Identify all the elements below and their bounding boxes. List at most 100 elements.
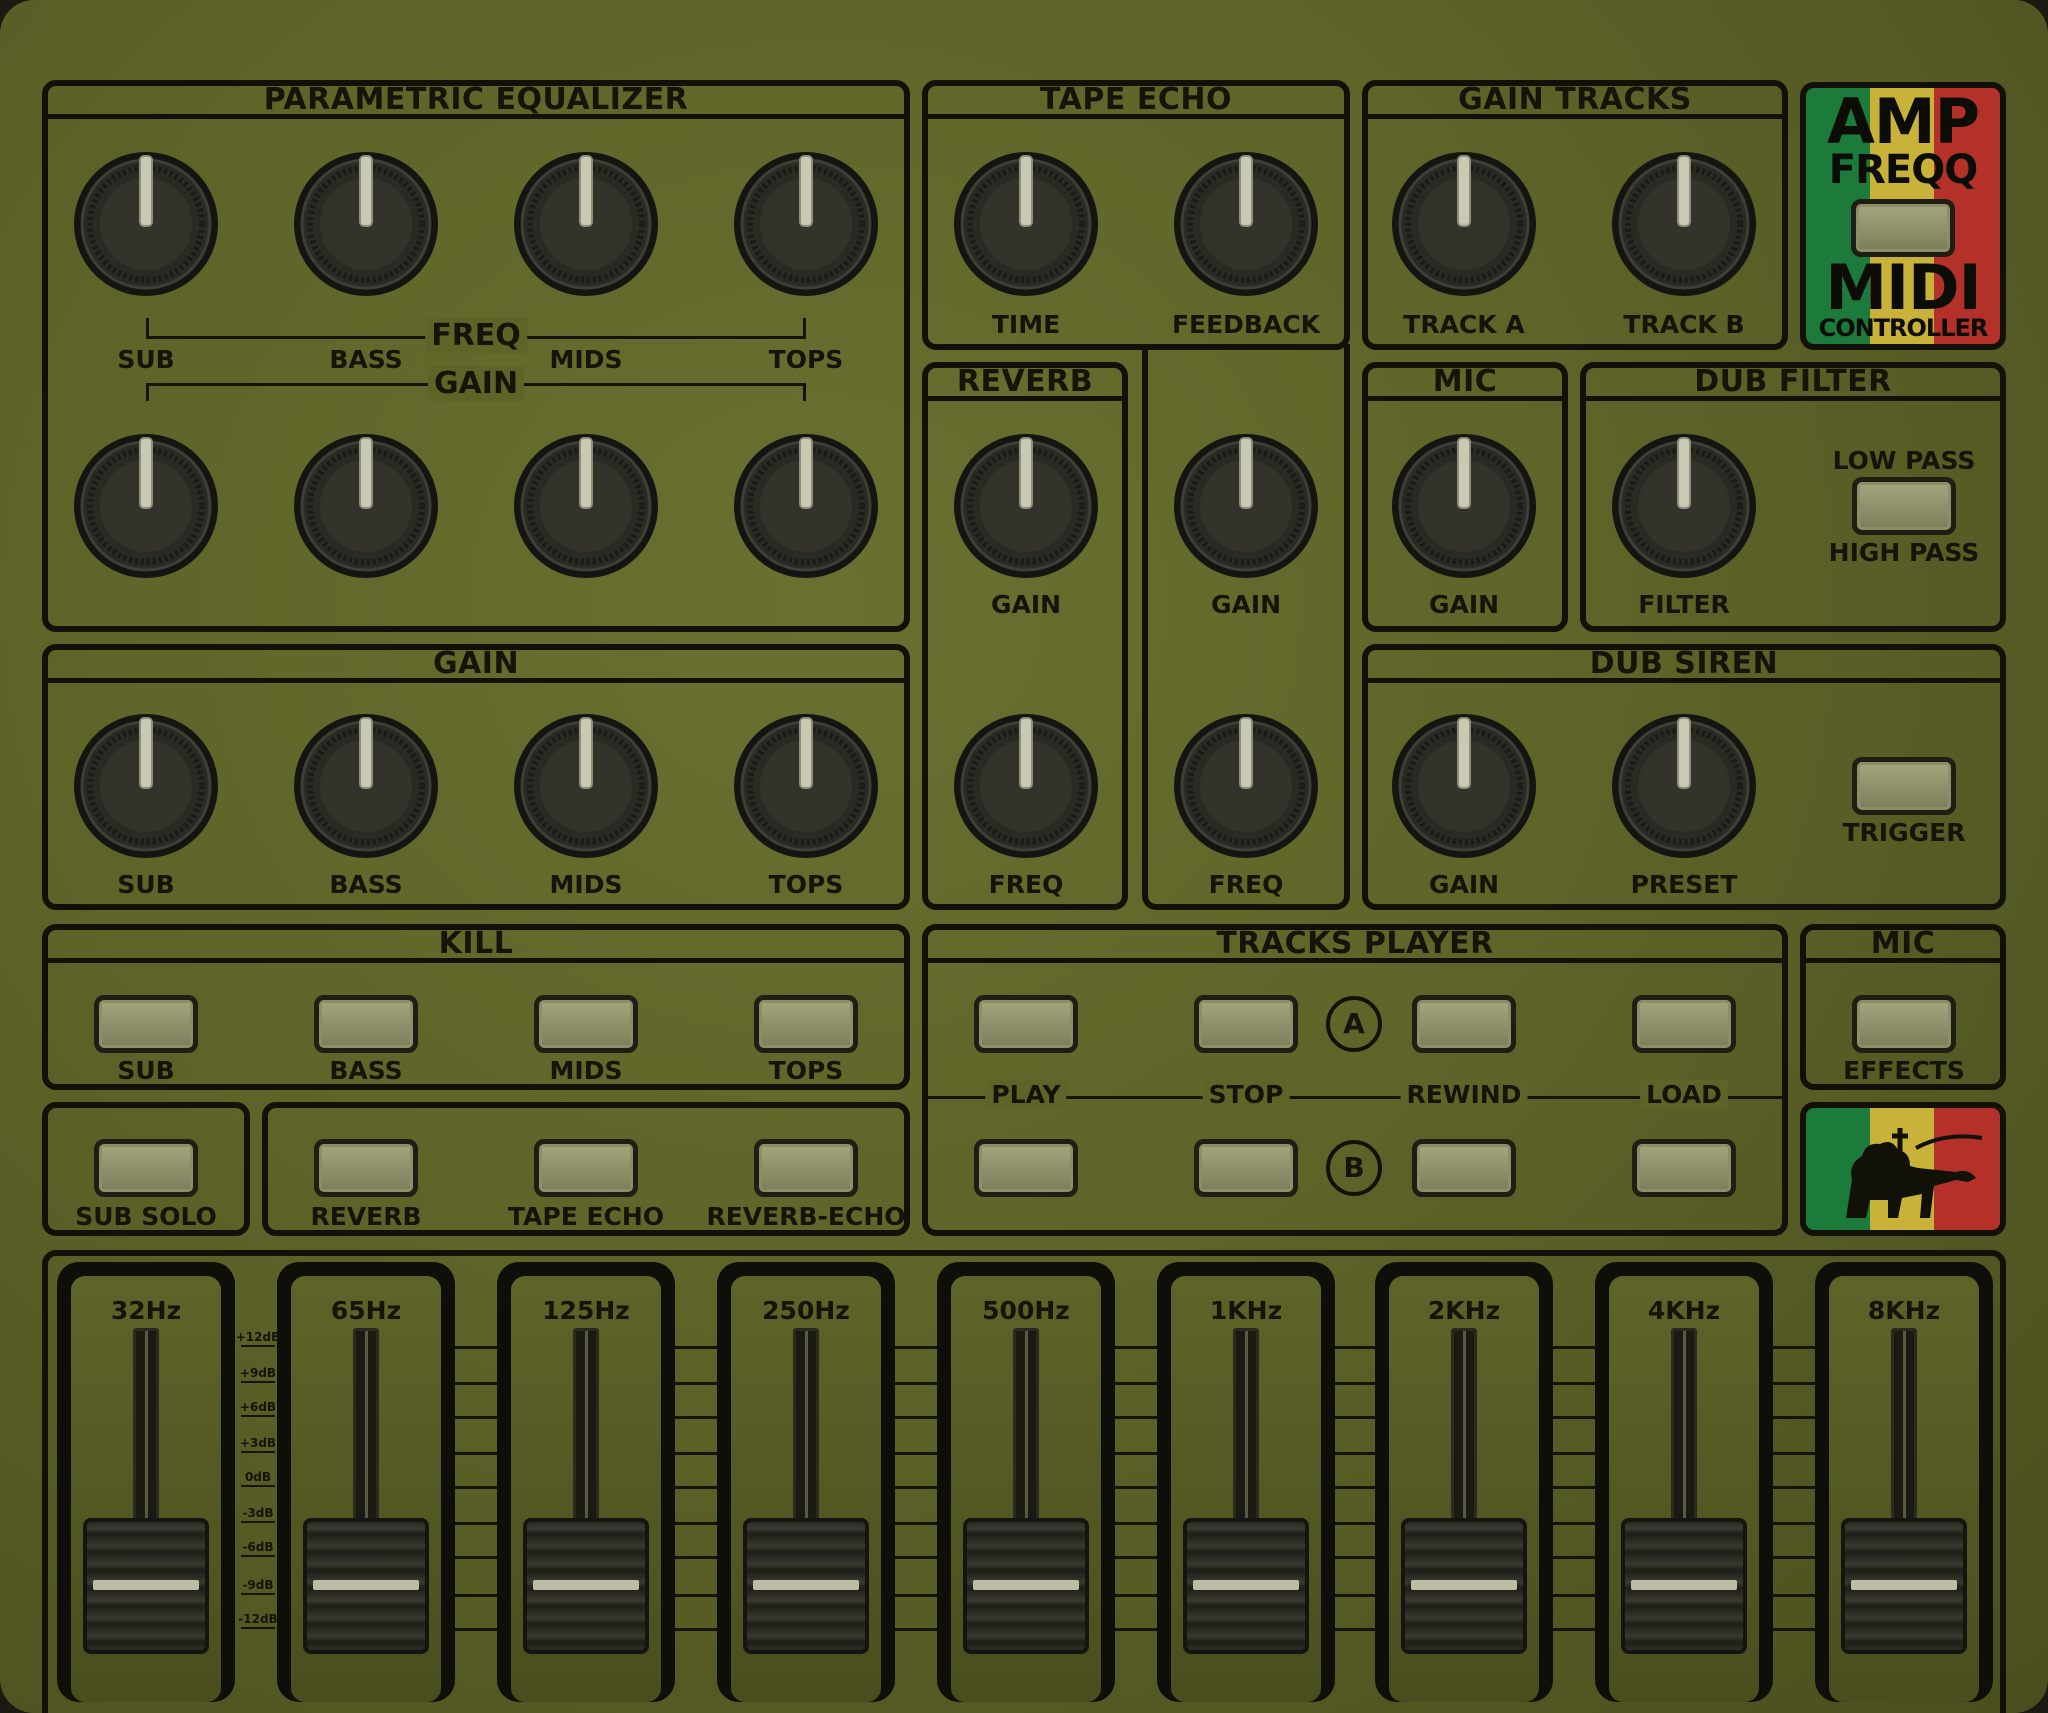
sub-solo-button[interactable] bbox=[94, 1139, 198, 1197]
eq-gain-sub-knob[interactable] bbox=[72, 432, 220, 580]
tape-echo-gain-knob[interactable] bbox=[1172, 432, 1320, 580]
scale-connector bbox=[1335, 1556, 1375, 1559]
mic-gain-knob[interactable] bbox=[1390, 432, 1538, 580]
dub-filter-knob[interactable] bbox=[1610, 432, 1758, 580]
knob-graphic bbox=[1392, 434, 1536, 578]
tape-echo-freq-knob[interactable] bbox=[1172, 712, 1320, 860]
reverb-freq-knob[interactable] bbox=[952, 712, 1100, 860]
db-scale-label: -6dB bbox=[235, 1540, 281, 1557]
deck-b-load-button[interactable] bbox=[1632, 1139, 1736, 1197]
deck-b-play-button[interactable] bbox=[974, 1139, 1078, 1197]
reverb-gain-knob[interactable] bbox=[952, 432, 1100, 580]
scale-connector bbox=[1115, 1556, 1157, 1559]
reverb-send-label: REVERB bbox=[310, 1202, 422, 1231]
fader-knob-1khz[interactable] bbox=[1183, 1517, 1309, 1654]
tape-echo-feedback-knob[interactable] bbox=[1172, 150, 1320, 298]
scale-connector bbox=[1553, 1594, 1595, 1597]
fader-knob-125hz[interactable] bbox=[523, 1517, 649, 1654]
fader-indicator-line bbox=[313, 1579, 419, 1590]
knob-graphic bbox=[294, 152, 438, 296]
deck-b-rewind-button[interactable] bbox=[1412, 1139, 1516, 1197]
tape-echo-gain-label: GAIN bbox=[1210, 590, 1282, 619]
eq-band-label-sub: SUB bbox=[117, 345, 175, 374]
scale-connector bbox=[1773, 1382, 1815, 1385]
eq-gain-bass-knob[interactable] bbox=[292, 432, 440, 580]
dub-siren-trigger-button[interactable] bbox=[1852, 757, 1956, 815]
scale-connector bbox=[1335, 1522, 1375, 1525]
eq-freq-bass-knob[interactable] bbox=[292, 150, 440, 298]
eq-freq-sub-knob[interactable] bbox=[72, 150, 220, 298]
tape-echo-send-button[interactable] bbox=[534, 1139, 638, 1197]
panel-title: DUB FILTER bbox=[1586, 366, 2000, 401]
deck-a-stop-button[interactable] bbox=[1194, 995, 1298, 1053]
kill-tops-button[interactable] bbox=[754, 995, 858, 1053]
fader-knob-32hz[interactable] bbox=[83, 1517, 209, 1654]
eq-band-label-mids: MIDS bbox=[549, 345, 623, 374]
scale-connector bbox=[1115, 1452, 1157, 1455]
bracket-tick bbox=[146, 318, 149, 336]
mic-effects-button[interactable] bbox=[1852, 995, 1956, 1053]
panel-title: GAIN bbox=[48, 648, 904, 683]
gain-sub-knob[interactable] bbox=[72, 712, 220, 860]
dub-siren-preset-knob[interactable] bbox=[1610, 712, 1758, 860]
eq-freq-tops-knob[interactable] bbox=[732, 150, 880, 298]
tape-echo-time-knob[interactable] bbox=[952, 150, 1100, 298]
scale-connector bbox=[675, 1486, 717, 1489]
gain-mids-label: MIDS bbox=[549, 870, 623, 899]
fader-knob-65hz[interactable] bbox=[303, 1517, 429, 1654]
reverb-gain-label: GAIN bbox=[990, 590, 1062, 619]
deck-a-load-button[interactable] bbox=[1632, 995, 1736, 1053]
scale-connector bbox=[1773, 1486, 1815, 1489]
fader-knob-250hz[interactable] bbox=[743, 1517, 869, 1654]
knob-graphic bbox=[1612, 434, 1756, 578]
db-scale-label: 0dB bbox=[235, 1470, 281, 1487]
db-scale-label: -12dB bbox=[235, 1612, 281, 1629]
scale-connector bbox=[895, 1452, 937, 1455]
scale-connector bbox=[455, 1452, 497, 1455]
scale-connector bbox=[675, 1452, 717, 1455]
gain-bass-knob[interactable] bbox=[292, 712, 440, 860]
fader-indicator-line bbox=[1193, 1579, 1299, 1590]
eq-gain-tops-knob[interactable] bbox=[732, 432, 880, 580]
knob-graphic bbox=[734, 152, 878, 296]
scale-connector bbox=[895, 1628, 937, 1631]
deck-a-play-button[interactable] bbox=[974, 995, 1078, 1053]
deck-b-stop-button[interactable] bbox=[1194, 1139, 1298, 1197]
fader-indicator-line bbox=[1411, 1579, 1517, 1590]
deck-a-rewind-button[interactable] bbox=[1412, 995, 1516, 1053]
fader-label: 32Hz bbox=[110, 1296, 182, 1325]
fader-label: 500Hz bbox=[982, 1296, 1070, 1325]
scale-connector bbox=[1115, 1628, 1157, 1631]
gain-mids-knob[interactable] bbox=[512, 712, 660, 860]
fader-knob-8khz[interactable] bbox=[1841, 1517, 1967, 1654]
track-b-gain-knob[interactable] bbox=[1610, 150, 1758, 298]
eq-gain-mids-knob[interactable] bbox=[512, 432, 660, 580]
fader-2khz: 2KHz bbox=[1375, 1262, 1553, 1702]
filter-mode-toggle[interactable] bbox=[1852, 477, 1956, 535]
fader-knob-500hz[interactable] bbox=[963, 1517, 1089, 1654]
knob-graphic bbox=[1612, 152, 1756, 296]
scale-connector bbox=[1115, 1522, 1157, 1525]
eq-freq-mids-knob[interactable] bbox=[512, 150, 660, 298]
knob-graphic bbox=[294, 714, 438, 858]
gain-tops-knob[interactable] bbox=[732, 712, 880, 860]
track-a-gain-knob[interactable] bbox=[1390, 150, 1538, 298]
fader-indicator-line bbox=[1631, 1579, 1737, 1590]
fader-500hz: 500Hz bbox=[937, 1262, 1115, 1702]
logo-button[interactable] bbox=[1851, 199, 1955, 257]
dub-siren-trigger-label: TRIGGER bbox=[1842, 818, 1966, 847]
knob-graphic bbox=[734, 714, 878, 858]
scale-connector bbox=[455, 1556, 497, 1559]
reverb-send-button[interactable] bbox=[314, 1139, 418, 1197]
kill-mids-button[interactable] bbox=[534, 995, 638, 1053]
scale-connector bbox=[1553, 1556, 1595, 1559]
fader-8khz: 8KHz bbox=[1815, 1262, 1993, 1702]
reverb-echo-send-button[interactable] bbox=[754, 1139, 858, 1197]
tape-echo-time-label: TIME bbox=[991, 310, 1061, 339]
fader-250hz: 250Hz bbox=[717, 1262, 895, 1702]
fader-knob-2khz[interactable] bbox=[1401, 1517, 1527, 1654]
dub-siren-gain-knob[interactable] bbox=[1390, 712, 1538, 860]
kill-sub-button[interactable] bbox=[94, 995, 198, 1053]
kill-bass-button[interactable] bbox=[314, 995, 418, 1053]
fader-knob-4khz[interactable] bbox=[1621, 1517, 1747, 1654]
